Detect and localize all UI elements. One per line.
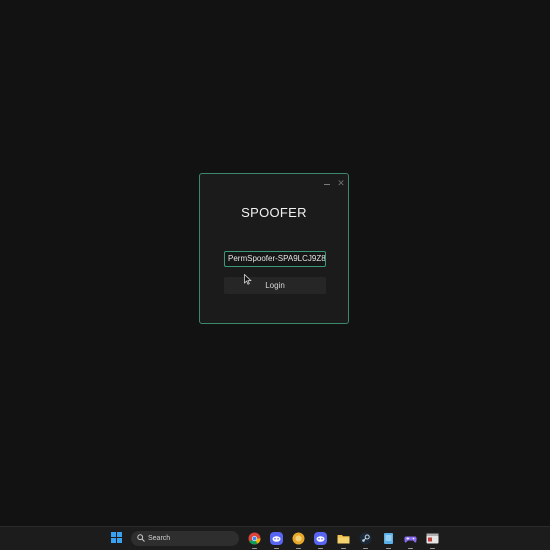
notepad-icon[interactable] xyxy=(382,532,395,545)
steam-icon[interactable] xyxy=(359,532,372,545)
minimize-icon xyxy=(324,184,330,185)
game-controller-icon[interactable] xyxy=(404,532,417,545)
login-window: ✕ SPOOFER PermSpoofer-SPA9LCJ9Z8 Login xyxy=(199,173,349,324)
active-indicator xyxy=(430,548,435,549)
close-icon: ✕ xyxy=(337,179,345,189)
active-indicator xyxy=(341,548,346,549)
active-indicator xyxy=(296,548,301,549)
yellow-app-icon[interactable] xyxy=(292,532,305,545)
app-window-icon[interactable] xyxy=(426,532,439,545)
mouse-cursor-icon xyxy=(244,274,252,285)
discord-icon[interactable] xyxy=(314,532,327,545)
desktop: ✕ SPOOFER PermSpoofer-SPA9LCJ9Z8 Login S… xyxy=(0,0,550,550)
login-button[interactable]: Login xyxy=(224,277,326,294)
active-indicator xyxy=(363,548,368,549)
search-input[interactable]: Search xyxy=(131,531,239,546)
active-indicator xyxy=(252,548,257,549)
license-key-input[interactable]: PermSpoofer-SPA9LCJ9Z8 xyxy=(224,251,326,267)
file-explorer-icon[interactable] xyxy=(337,532,350,545)
discord-icon[interactable] xyxy=(270,532,283,545)
search-icon xyxy=(137,534,145,542)
chrome-icon[interactable] xyxy=(248,532,261,545)
active-indicator xyxy=(386,548,391,549)
active-indicator xyxy=(408,548,413,549)
windows-start-icon[interactable] xyxy=(111,532,123,544)
active-indicator xyxy=(274,548,279,549)
app-title: SPOOFER xyxy=(241,205,307,220)
search-label: Search xyxy=(148,535,171,542)
active-indicator xyxy=(318,548,323,549)
close-button[interactable]: ✕ xyxy=(336,179,346,189)
taskbar: Search xyxy=(0,526,550,550)
minimize-button[interactable] xyxy=(322,179,332,189)
